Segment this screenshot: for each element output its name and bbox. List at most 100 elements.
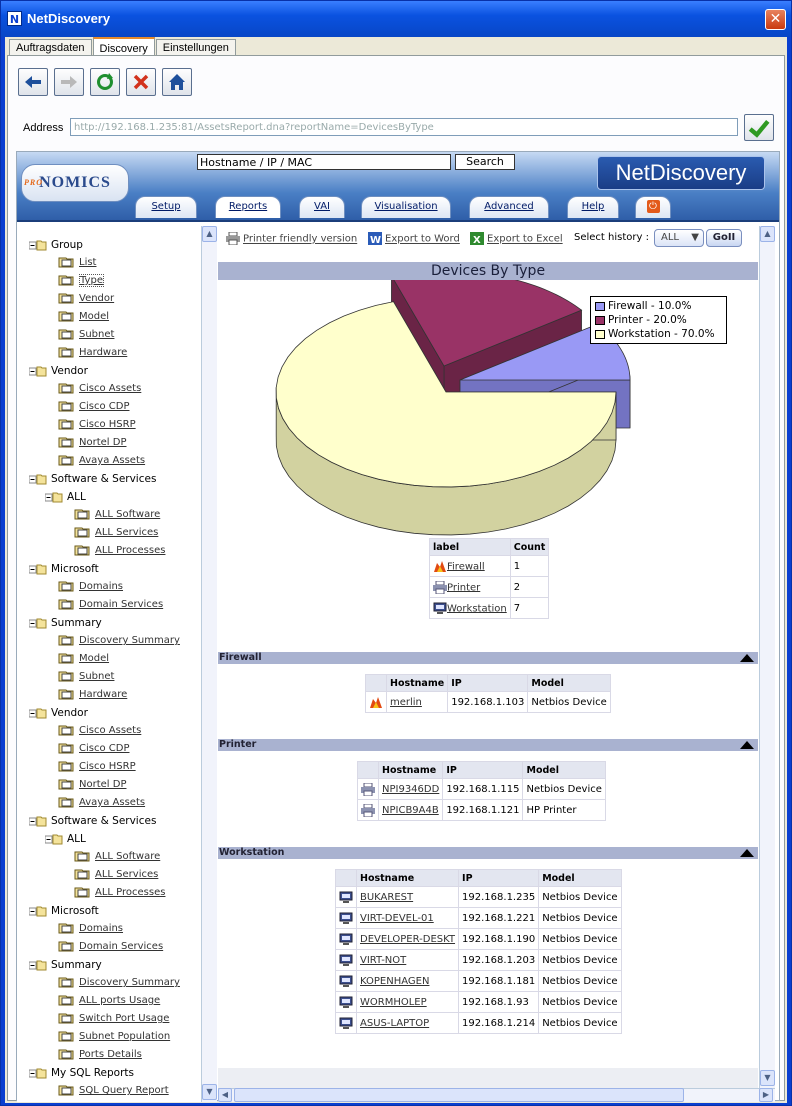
tree-group[interactable]: Vendor [29,362,88,380]
tree-group[interactable]: My SQL Reports [29,1064,134,1082]
tree-item[interactable]: Discovery Summary [57,974,180,992]
collapse-icon[interactable] [740,741,754,749]
tree-group[interactable]: ALL [45,830,86,848]
tree-label[interactable]: Domain Services [79,599,163,610]
hostname-link[interactable]: NPI9346DD [382,784,439,795]
tree-label[interactable]: ALL Software [95,509,160,520]
search-input[interactable] [197,154,451,170]
tree-item[interactable]: Nortel DP [57,776,126,794]
tree-item[interactable]: Domains [57,578,123,596]
tree-label[interactable]: SQL Query Report [79,1085,169,1096]
table-row[interactable]: NPICB9A4B 192.168.1.121 HP Printer [357,799,606,821]
tree-label[interactable]: Cisco Assets [79,383,141,394]
column-header[interactable]: Model [522,761,606,779]
tree-label[interactable]: Model [79,653,109,664]
tree-item[interactable]: Vendor [57,290,114,308]
column-header[interactable]: IP [447,674,529,692]
collapse-icon[interactable] [740,849,754,857]
column-header[interactable]: IP [458,869,540,887]
history-select[interactable]: ALL ▼ [654,229,704,247]
table-row[interactable]: BUKAREST 192.168.1.235 Netbios Device [335,886,622,908]
nomics-logo[interactable]: PRO NOMICS [21,164,129,202]
tree-label[interactable]: Discovery Summary [79,977,180,988]
tree-label[interactable]: ALL Software [95,851,160,862]
hostname-link[interactable]: NPICB9A4B [382,805,439,816]
tree-label[interactable]: Vendor [79,293,114,304]
nav-tab-logout[interactable]: ⏻ [635,196,671,218]
tree-label[interactable]: Model [79,311,109,322]
tree-label[interactable]: Cisco Assets [79,725,141,736]
table-row[interactable]: Workstation 7 [429,597,550,619]
tree-label[interactable]: Cisco HSRP [79,419,136,430]
stop-button[interactable] [126,68,156,96]
tab-einstellungen[interactable]: Einstellungen [155,39,236,56]
tree-label[interactable]: Hardware [79,689,127,700]
search-button[interactable]: Search [455,154,515,170]
scroll-thumb[interactable] [234,1088,684,1102]
section-header-workstation[interactable]: Workstation [218,847,758,859]
tree-item[interactable]: Cisco HSRP [57,416,136,434]
column-header[interactable]: Model [538,869,622,887]
tree-label[interactable]: Subnet [79,671,114,682]
tree-label[interactable]: Ports Details [79,1049,142,1060]
export-excel-link[interactable]: Export to Excel [487,234,563,245]
tree-label[interactable]: Discovery Summary [79,635,180,646]
table-row[interactable]: KOPENHAGEN 192.168.1.181 Netbios Device [335,970,622,992]
scroll-left[interactable]: ◀ [218,1088,232,1102]
address-go-button[interactable] [744,114,774,141]
table-row[interactable]: Firewall 1 [429,555,550,577]
nav-tab-visualisation[interactable]: Visualisation [361,196,451,218]
tree-item[interactable]: SQL Query Report [57,1082,169,1100]
tree-item[interactable]: Subnet [57,326,114,344]
tree-label[interactable]: Cisco CDP [79,743,129,754]
tree-item[interactable]: Hardware [57,686,127,704]
column-header[interactable]: Hostname [355,869,460,887]
hostname-link[interactable]: BUKAREST [360,892,413,903]
tree-item[interactable]: Cisco Assets [57,380,141,398]
content-scroll-down[interactable]: ▼ [760,1070,775,1086]
tree-group[interactable]: ALL [45,488,86,506]
history-go-button[interactable]: GoII [706,229,742,247]
nav-tab-advanced[interactable]: Advanced [469,196,549,218]
tree-group[interactable]: Software & Services [29,470,156,488]
tree-item[interactable]: Avaya Assets [57,452,145,470]
tab-discovery[interactable]: Discovery [92,37,155,56]
printer-friendly-link[interactable]: Printer friendly version [243,234,357,245]
scroll-right[interactable]: ▶ [759,1088,773,1102]
tree-label[interactable]: Cisco HSRP [79,761,136,772]
tree-item[interactable]: Nortel DP [57,434,126,452]
table-row[interactable]: ASUS-LAPTOP 192.168.1.214 Netbios Device [335,1012,622,1034]
type-link[interactable]: Printer [447,582,480,593]
tree-group[interactable]: Software & Services [29,812,156,830]
table-row[interactable]: NPI9346DD 192.168.1.115 Netbios Device [357,778,606,800]
back-button[interactable] [18,68,48,96]
hostname-link[interactable]: VIRT-DEVEL-01 [360,913,434,924]
section-header-firewall[interactable]: Firewall [218,652,758,664]
tree-item[interactable]: Avaya Assets [57,794,145,812]
table-row[interactable]: DEVELOPER-DESKT 192.168.1.190 Netbios Devi… [335,928,622,950]
tree-label[interactable]: Domains [79,923,123,934]
tree-item[interactable]: Domains [57,920,123,938]
tree-item[interactable]: ALL Services [73,524,158,542]
export-word-link[interactable]: Export to Word [385,234,460,245]
tree-label[interactable]: Avaya Assets [79,797,145,808]
tree-scroll-up[interactable]: ▲ [202,226,217,242]
forward-button[interactable] [54,68,84,96]
tree-label[interactable]: Subnet Population [79,1031,170,1042]
tree-item[interactable]: Model [57,308,109,326]
column-header[interactable]: IP [442,761,524,779]
column-header[interactable]: Model [527,674,611,692]
nav-tab-setup[interactable]: Setup [135,196,197,218]
close-button[interactable]: ✕ [765,9,786,30]
tree-label[interactable]: ALL Processes [95,545,165,556]
tree-item[interactable]: Model [57,650,109,668]
tree-label[interactable]: Type [79,274,104,287]
tree-group[interactable]: Summary [29,956,102,974]
hostname-link[interactable]: merlin [390,697,422,708]
tree-item[interactable]: ALL ports Usage [57,992,160,1010]
tree-label[interactable]: ALL ports Usage [79,995,160,1006]
tree-item[interactable]: Cisco CDP [57,740,129,758]
address-input[interactable] [70,118,738,136]
nav-tab-reports[interactable]: Reports [215,196,281,218]
tree-label[interactable]: ALL Services [95,527,158,538]
